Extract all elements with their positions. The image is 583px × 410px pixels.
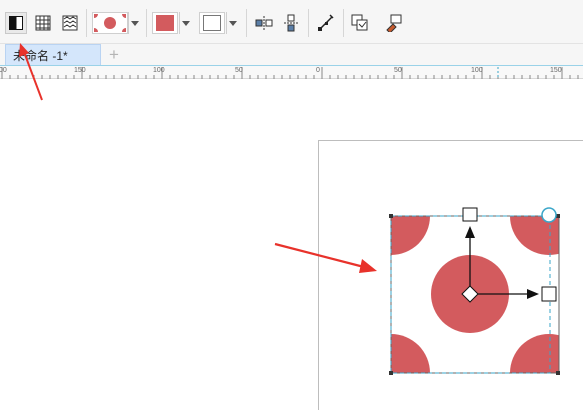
annotation-arrows — [19, 43, 377, 273]
canvas-overlay — [19, 43, 560, 375]
rotate-handle[interactable] — [541, 207, 557, 223]
annotation-arrowhead-toolbar — [19, 43, 29, 57]
annotation-arrow-toolbar — [23, 51, 43, 101]
vertical-scale-handle[interactable] — [462, 207, 478, 222]
horizontal-scale-handle[interactable] — [541, 286, 557, 302]
corner-handle[interactable] — [389, 214, 393, 218]
annotation-arrowhead-object — [359, 259, 377, 273]
corner-handle[interactable] — [389, 371, 393, 375]
annotation-arrow-object — [274, 242, 365, 269]
corner-handle[interactable] — [556, 371, 560, 375]
